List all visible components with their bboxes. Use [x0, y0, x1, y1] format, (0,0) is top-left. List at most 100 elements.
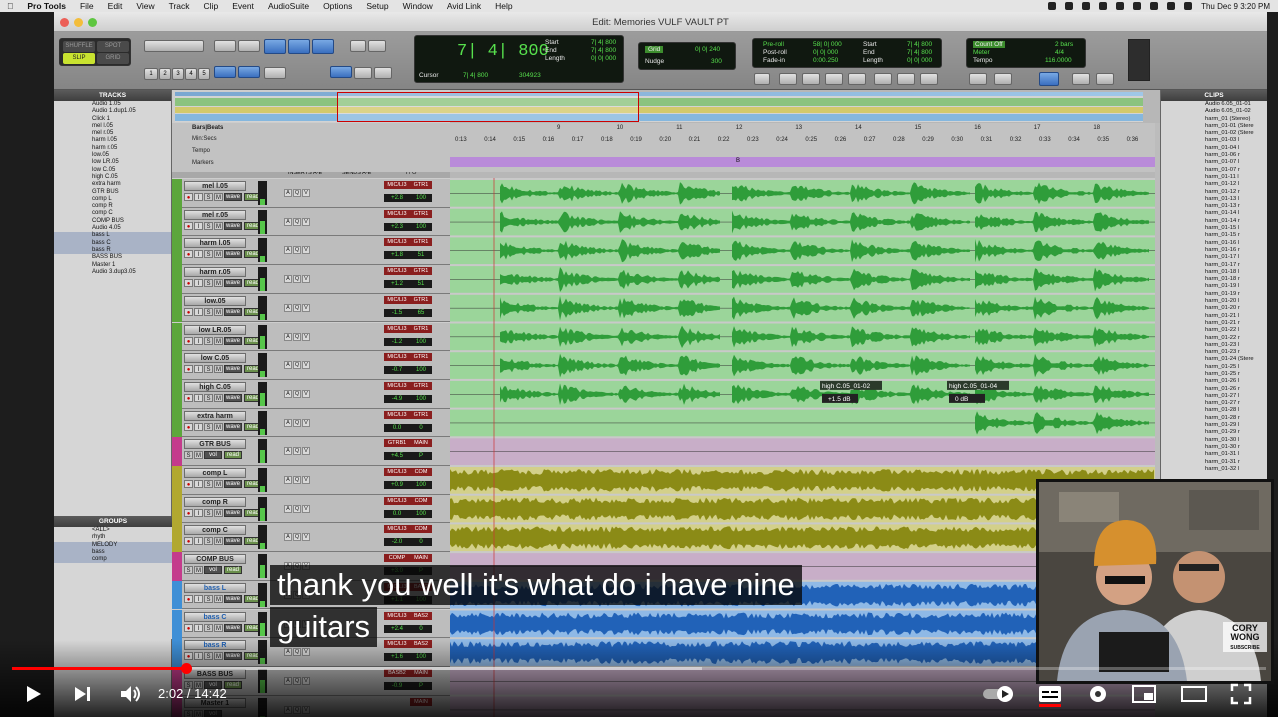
input-monitor-button[interactable]: I — [194, 279, 203, 288]
nudge-value[interactable]: 300 — [711, 58, 722, 65]
clip-list-item[interactable]: harm_01-32 l — [1161, 466, 1267, 473]
track-list-item[interactable]: Audio 1.dup1.05 — [54, 108, 171, 115]
clip-list-item[interactable]: harm_01-16 l — [1161, 240, 1267, 247]
captions-icon[interactable] — [1038, 683, 1062, 707]
track-list-item[interactable]: BASS BUS — [54, 254, 171, 261]
input-monitor-button[interactable]: I — [194, 422, 203, 431]
track-list-item[interactable]: Audio 3.dup3.05 — [54, 269, 171, 276]
track-view-selector[interactable]: wave — [224, 365, 242, 374]
record-enable-button[interactable]: ● — [184, 508, 193, 517]
insert-slot[interactable]: A — [284, 361, 292, 370]
clip-list-item[interactable]: harm_01-14 l — [1161, 210, 1267, 217]
pan-readout[interactable]: 51 — [410, 280, 432, 289]
clip-list-item[interactable]: harm_01-26 l — [1161, 378, 1267, 385]
grabber-tool-icon[interactable] — [288, 39, 310, 54]
insert-slot[interactable]: Q — [293, 246, 301, 255]
track-name[interactable]: GTR BUS — [184, 439, 246, 450]
postroll-label[interactable]: Post-roll — [763, 49, 787, 56]
track-view-selector[interactable]: wave — [224, 336, 242, 345]
bars-beats-ruler-label[interactable]: Bars|Beats — [192, 125, 223, 131]
status-icon[interactable] — [1082, 2, 1091, 10]
status-icon[interactable] — [1048, 2, 1057, 10]
track-view-selector[interactable]: wave — [224, 393, 242, 402]
volume-readout[interactable]: +2.3 — [384, 222, 410, 231]
group-list-item[interactable]: rhyth — [54, 534, 172, 541]
volume-icon[interactable] — [118, 683, 142, 705]
track-name[interactable]: comp C — [184, 525, 246, 536]
input-monitor-button[interactable]: I — [194, 307, 203, 316]
transport-end-value[interactable]: 7| 4| 800 — [907, 49, 932, 56]
menu-avid-link[interactable]: Avid Link — [440, 1, 488, 11]
insert-slot[interactable]: Q — [293, 361, 301, 370]
track-list-item[interactable]: low C.05 — [54, 167, 171, 174]
go-to-end-icon[interactable] — [848, 73, 866, 85]
insert-slot[interactable]: V — [302, 361, 310, 370]
insert-slot[interactable]: V — [302, 332, 310, 341]
track-name[interactable]: comp L — [184, 468, 246, 478]
track-list-item[interactable]: comp L — [54, 196, 171, 203]
insert-slots[interactable]: AQV — [284, 238, 330, 262]
track-view-selector[interactable]: wave — [224, 422, 242, 431]
insert-slot[interactable]: V — [302, 447, 310, 456]
insert-slot[interactable]: V — [302, 189, 310, 197]
solo-button[interactable]: S — [204, 594, 213, 603]
insert-slot[interactable]: A — [284, 476, 292, 484]
fadein-label[interactable]: Fade-in — [763, 57, 785, 64]
meter-label[interactable]: Meter — [973, 49, 990, 56]
volume-readout[interactable]: +2.8 — [384, 194, 410, 202]
pan-readout[interactable]: 100 — [410, 394, 432, 403]
track-name[interactable]: mel r.05 — [184, 209, 246, 220]
track-list-item[interactable]: high C.05 — [54, 174, 171, 181]
insert-slots[interactable]: AQV — [284, 411, 330, 435]
input-monitor-button[interactable]: I — [194, 193, 203, 201]
shuffle-mode-button[interactable]: SHUFFLE — [63, 41, 95, 52]
pan-readout[interactable]: 100 — [410, 481, 432, 489]
clip-list-item[interactable]: harm_01-30 l — [1161, 437, 1267, 444]
output-selector[interactable]: MAIN — [410, 554, 432, 563]
mute-button[interactable]: M — [214, 336, 223, 345]
pan-readout[interactable]: 100 — [410, 337, 432, 346]
overview-visible-region[interactable] — [337, 92, 639, 122]
input-monitor-button[interactable]: I — [194, 336, 203, 345]
clip-list-item[interactable]: harm_01-29 r — [1161, 429, 1267, 436]
clip-list-item[interactable]: harm_01-04 l — [1161, 145, 1267, 152]
rewind-icon[interactable] — [802, 73, 820, 85]
group-list-item[interactable]: MELODY — [54, 541, 172, 549]
output-selector[interactable]: GTR1 — [410, 353, 432, 362]
insert-slot[interactable]: V — [302, 389, 310, 398]
mute-button[interactable]: M — [214, 365, 223, 374]
output-selector[interactable]: GTR1 — [410, 209, 432, 218]
output-selector[interactable]: COM — [410, 496, 432, 505]
track-list-item[interactable]: harm r.05 — [54, 145, 171, 152]
midi-icon[interactable] — [1072, 73, 1090, 85]
clip-list-item[interactable]: harm_01-15 r — [1161, 232, 1267, 239]
solo-button[interactable]: S — [204, 193, 213, 201]
settings-gear-icon[interactable] — [1087, 683, 1109, 705]
track-name[interactable]: harm l.05 — [184, 238, 246, 249]
track-view-selector[interactable]: wave — [224, 623, 242, 632]
track-name[interactable]: COMP BUS — [184, 554, 246, 565]
input-selector[interactable]: MIC/LI3 — [384, 496, 410, 505]
output-selector[interactable]: GTR1 — [410, 410, 432, 419]
play-icon[interactable] — [22, 683, 44, 705]
tab-to-transient-icon[interactable] — [214, 66, 236, 78]
record-enable-button[interactable]: ● — [184, 336, 193, 345]
track-list-item[interactable]: Audio 1.05 — [54, 101, 171, 108]
transport-length-value[interactable]: 0| 0| 000 — [907, 57, 932, 64]
mute-button[interactable]: M — [214, 307, 223, 316]
volume-readout[interactable]: 0.0 — [384, 509, 410, 518]
insert-slot[interactable]: V — [302, 275, 310, 284]
online-icon[interactable] — [754, 73, 770, 85]
track-list-item[interactable]: mel r.05 — [54, 130, 171, 137]
status-icon[interactable] — [1099, 2, 1108, 10]
record-enable-button[interactable]: ● — [184, 307, 193, 316]
input-selector[interactable]: MIC/LI3 — [384, 525, 410, 534]
universe-overview[interactable] — [175, 92, 1143, 122]
track-list-item[interactable]: Click 1 — [54, 116, 171, 123]
volume-readout[interactable]: +0.9 — [384, 481, 410, 489]
solo-button[interactable]: S — [204, 537, 213, 546]
clip-list-item[interactable]: harm_01-31 l — [1161, 451, 1267, 458]
record-enable-button[interactable]: ● — [184, 480, 193, 488]
metronome-icon[interactable] — [969, 73, 987, 85]
track-name[interactable]: bass C — [184, 611, 246, 622]
